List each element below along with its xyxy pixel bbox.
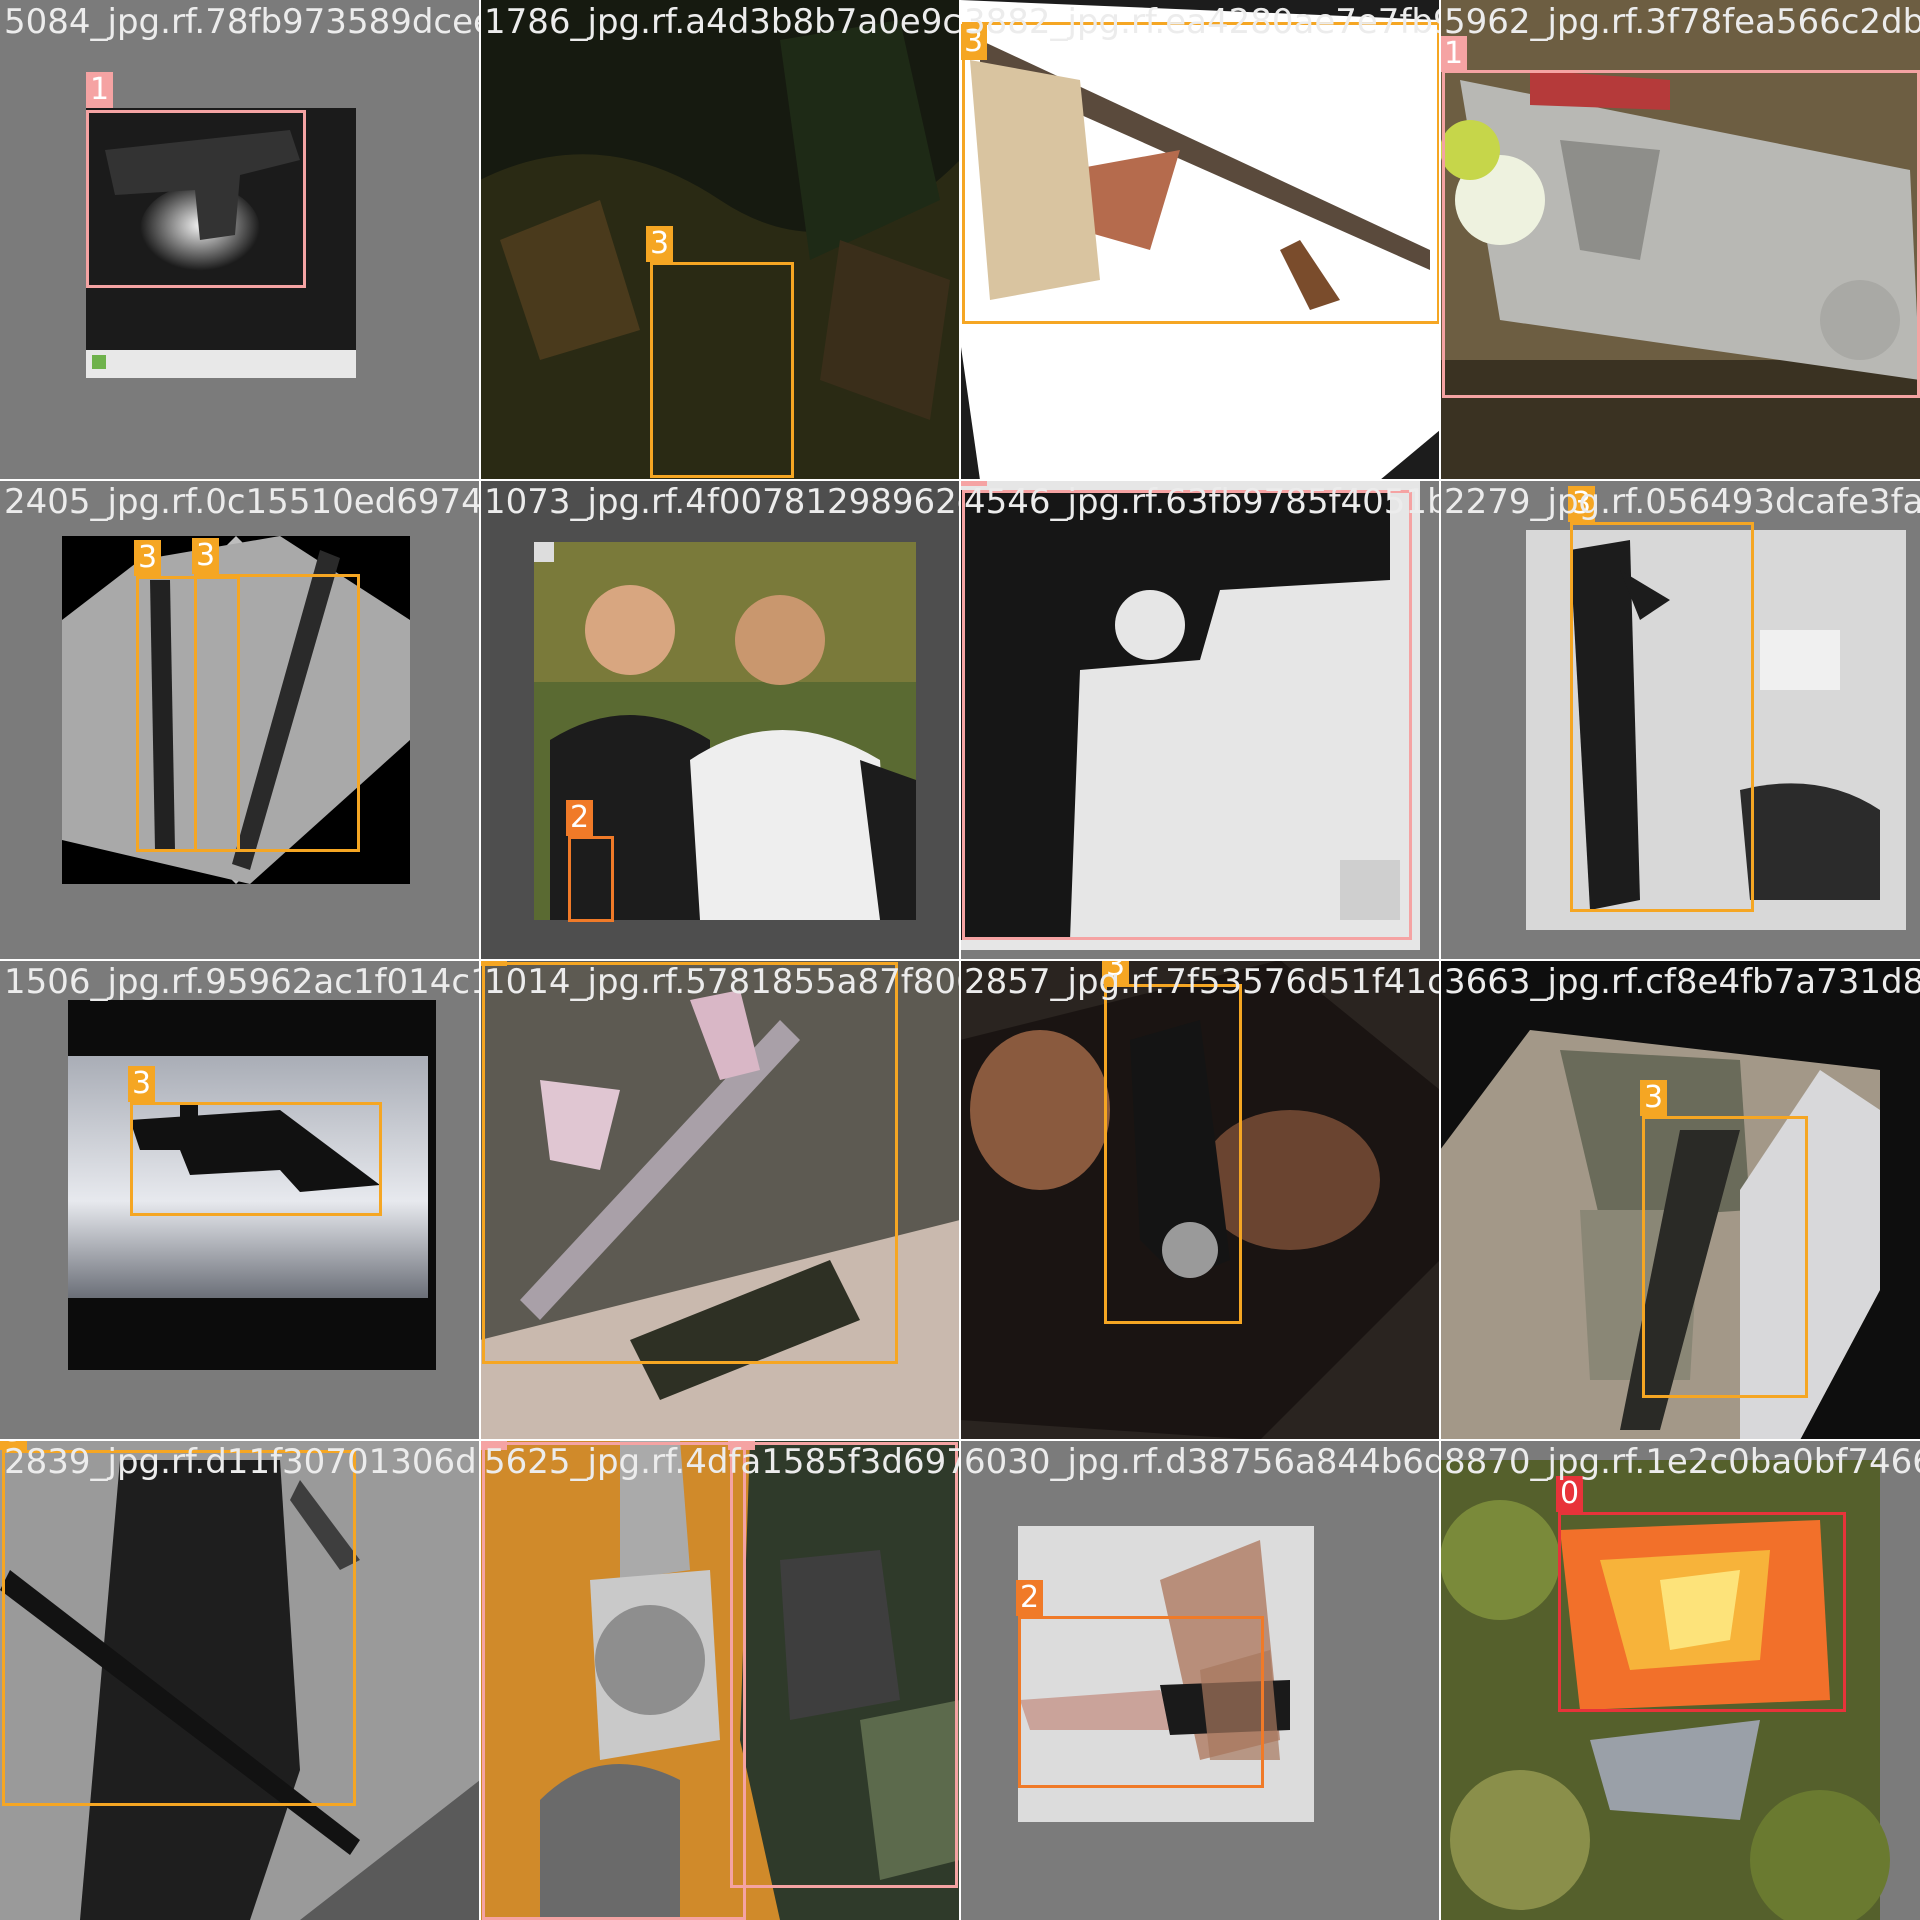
detection-box [1442, 70, 1920, 398]
filename-label: 8870_jpg.rf.1e2c0ba0bf74667f8 [1444, 1442, 1920, 1482]
mosaic-grid: 5084_jpg.rf.78fb973589dcee2fae2e2b4f3d92… [0, 0, 1920, 1920]
class-label: 3 [128, 1066, 156, 1102]
filename-label: 3882_jpg.rf.ea4280ae7e7fb9496a2b [964, 2, 1440, 42]
tile-12: 3663_jpg.rf.cf8e4fb7a731d8bb5 3 [1440, 960, 1920, 1440]
tile-1: 5084_jpg.rf.78fb973589dcee2fae2e2b4f3d92… [0, 0, 480, 480]
filename-label: 5084_jpg.rf.78fb973589dcee2fae2e2b4f3d92… [4, 2, 480, 42]
tile-14: 5625_jpg.rf.4dfa1585f3d697b5 1 1 [480, 1440, 960, 1920]
tile-5: 2405_jpg.rf.0c15510ed6974d07782 3 3 [0, 480, 480, 960]
tile-13: 2839_jpg.rf.d11f30701306d58842 3 [0, 1440, 480, 1920]
tile-10: 1014_jpg.rf.5781855a87f8061f282 3 [480, 960, 960, 1440]
class-label: 3 [192, 538, 220, 574]
detection-box [482, 1442, 746, 1920]
detection-box [130, 1102, 382, 1216]
filename-label: 4546_jpg.rf.63fb9785f4051bb432 [964, 482, 1440, 522]
filename-label: 5625_jpg.rf.4dfa1585f3d697b5 [484, 1442, 960, 1482]
tile-4: 5962_jpg.rf.3f78fea566c2dbd72 1 [1440, 0, 1920, 480]
tile-2: 1786_jpg.rf.a4d3b8b7a0e9c12d 3 [480, 0, 960, 480]
class-label: 3 [1640, 1080, 1668, 1116]
class-label: 2 [566, 800, 594, 836]
filename-label: 1014_jpg.rf.5781855a87f8061f282 [484, 962, 960, 1002]
detection-box [962, 490, 1412, 940]
detection-box [194, 574, 360, 852]
class-label: 2 [1016, 1580, 1044, 1616]
tile-9: 1506_jpg.rf.95962ac1f014c1a203 3 [0, 960, 480, 1440]
tile-8: 2279_jpg.rf.056493dcafe3fa404 3 [1440, 480, 1920, 960]
detection-box [1570, 522, 1754, 912]
grid-divider [0, 959, 1920, 961]
tile-6: 1073_jpg.rf.4f00781298962d5d6 2 [480, 480, 960, 960]
class-label: 3 [134, 540, 162, 576]
detection-box [568, 836, 614, 922]
tile-7: 4546_jpg.rf.63fb9785f4051bb432 1 [960, 480, 1440, 960]
filename-label: 1786_jpg.rf.a4d3b8b7a0e9c12d [484, 2, 960, 42]
class-label: 1 [86, 72, 114, 108]
grid-divider [0, 1439, 1920, 1441]
detection-box [2, 1450, 356, 1806]
detection-box [1018, 1616, 1264, 1788]
detection-box [482, 962, 898, 1364]
grid-divider [0, 479, 1920, 481]
tile-15: 6030_jpg.rf.d38756a844b6d48887 2 [960, 1440, 1440, 1920]
detection-box [1104, 984, 1242, 1324]
filename-label: 5962_jpg.rf.3f78fea566c2dbd72 [1444, 2, 1920, 42]
class-label: 3 [646, 226, 674, 262]
filename-label: 1073_jpg.rf.4f00781298962d5d6 [484, 482, 960, 522]
detection-box [962, 22, 1440, 324]
tile-3: 3882_jpg.rf.ea4280ae7e7fb9496a2b 3 [960, 0, 1440, 480]
filename-label: 3663_jpg.rf.cf8e4fb7a731d8bb5 [1444, 962, 1920, 1002]
filename-label: 2839_jpg.rf.d11f30701306d58842 [4, 1442, 480, 1482]
detection-box [1558, 1512, 1846, 1712]
filename-label: 6030_jpg.rf.d38756a844b6d48887 [964, 1442, 1440, 1482]
tile-16: 8870_jpg.rf.1e2c0ba0bf74667f8 0 [1440, 1440, 1920, 1920]
detection-box [86, 110, 306, 288]
detection-box [1642, 1116, 1808, 1398]
filename-label: 1506_jpg.rf.95962ac1f014c1a203 [4, 962, 480, 1002]
tile-11: 2857_jpg.rf.7f53576d51f41cbfc465 3 [960, 960, 1440, 1440]
detection-box [650, 262, 794, 478]
detection-box [730, 1442, 958, 1888]
filename-label: 2279_jpg.rf.056493dcafe3fa404 [1444, 482, 1920, 522]
filename-label: 2405_jpg.rf.0c15510ed6974d07782 [4, 482, 480, 522]
tile-image-two-men [480, 480, 960, 960]
filename-label: 2857_jpg.rf.7f53576d51f41cbfc465 [964, 962, 1440, 1002]
